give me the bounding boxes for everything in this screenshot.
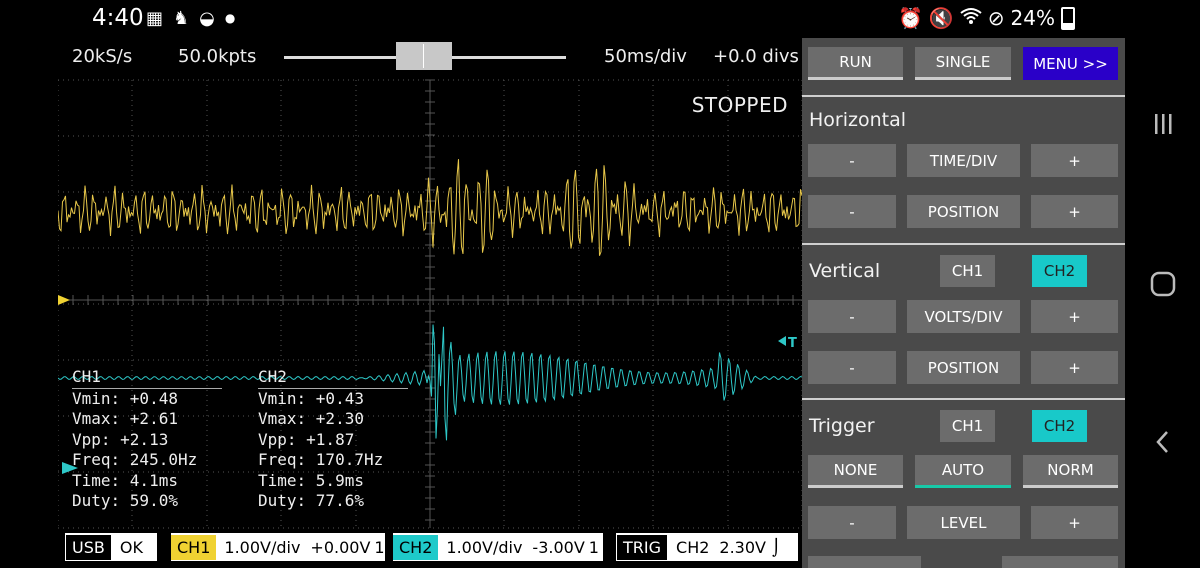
trigger-level-minus-button[interactable]: - <box>808 506 896 539</box>
ch1-vmax: Vmax: +2.61 <box>72 409 178 428</box>
volts-div-minus-button[interactable]: - <box>808 300 896 333</box>
point-count: 50.0kpts <box>178 46 257 67</box>
time-offset: +0.0 divs <box>713 46 799 67</box>
sample-rate: 20kS/s <box>72 46 133 67</box>
single-button[interactable]: SINGLE <box>915 47 1011 80</box>
position-slider-thumb[interactable] <box>396 42 452 70</box>
dot-icon: ● <box>224 11 236 25</box>
ch1-duty: Duty: 59.0% <box>72 491 178 510</box>
ch2-measurements: CH2 Vmin: +0.43 Vmax: +2.30 Vpp: +1.87 F… <box>258 367 408 512</box>
trigger-norm-button[interactable]: NORM <box>1023 455 1118 488</box>
person-icon: ♞ <box>173 8 190 29</box>
trigger-none-button[interactable]: NONE <box>808 455 903 488</box>
ch1-vmin: Vmin: +0.48 <box>72 388 178 408</box>
ch2-time: Time: 5.9ms <box>258 470 364 490</box>
divider <box>802 398 1125 400</box>
gallery-icon: ▦ <box>146 8 164 29</box>
vertical-title: Vertical <box>809 260 881 282</box>
trigger-settings[interactable]: TRIG CH2 2.30V ⌡ <box>616 533 798 561</box>
ch1-volts: 1.00V/div <box>224 537 301 557</box>
ch2-vmax: Vmax: +2.30 <box>258 409 364 428</box>
v-position-plus-button[interactable]: + <box>1031 351 1118 384</box>
back-icon[interactable] <box>1145 424 1181 460</box>
trigger-level-plus-button[interactable]: + <box>1031 506 1118 539</box>
usb-status: USB OK <box>65 533 157 561</box>
volts-div-button[interactable]: VOLTS/DIV <box>907 300 1020 333</box>
ch2-coupling: 1 <box>588 537 599 557</box>
run-button[interactable]: RUN <box>808 47 903 80</box>
ch2-vmin: Vmin: +0.43 <box>258 388 364 408</box>
trig-tag: TRIG <box>616 533 669 561</box>
usb-status-value: OK <box>119 537 143 557</box>
ch1-meas-title: CH1 <box>72 367 222 389</box>
control-panel: RUN SINGLE MENU >> Horizontal - TIME/DIV… <box>802 38 1125 568</box>
h-position-button[interactable]: POSITION <box>907 195 1020 228</box>
ch2-duty: Duty: 77.6% <box>258 491 364 510</box>
volts-div-plus-button[interactable]: + <box>1031 300 1118 333</box>
usb-tag: USB <box>65 533 112 561</box>
ch1-coupling: 1 <box>374 537 385 557</box>
scope-display[interactable]: T 20kS/s 50.0kpts 50ms/div +0.0 divs STO… <box>58 38 802 568</box>
trig-level: 2.30V <box>719 537 766 557</box>
trigger-ch1-button[interactable]: CH1 <box>940 410 995 442</box>
time-div-button[interactable]: TIME/DIV <box>907 144 1020 177</box>
ch2-meas-title: CH2 <box>258 367 408 389</box>
ch1-vpp: Vpp: +2.13 <box>72 429 169 449</box>
acquisition-state: STOPPED <box>691 93 788 117</box>
v-position-minus-button[interactable]: - <box>808 351 896 384</box>
ch2-offset: -3.00V <box>532 537 585 557</box>
trigger-auto-button[interactable]: AUTO <box>915 455 1011 488</box>
ball-icon: ◒ <box>199 8 215 29</box>
ch1-time: Time: 4.1ms <box>72 470 178 490</box>
trigger-title: Trigger <box>809 415 875 437</box>
trigger-ch2-button[interactable]: CH2 <box>1032 410 1087 442</box>
clock: 4:40 <box>92 5 144 31</box>
trig-edge-icon: ⌡ <box>771 537 781 557</box>
trig-source: CH2 <box>676 537 710 557</box>
status-bar: 4:40 ▦ ♞ ◒ ● ⏰ 🔇 ⊘ 24% <box>0 0 1125 38</box>
ch1-freq: Freq: 245.0Hz <box>72 450 198 469</box>
timebase: 50ms/div <box>604 46 687 67</box>
trigger-level-button[interactable]: LEVEL <box>907 506 1020 539</box>
alarm-icon: ⏰ <box>897 6 923 30</box>
time-div-plus-button[interactable]: + <box>1031 144 1118 177</box>
ch1-settings[interactable]: CH1 1.00V/div +0.00V 1 <box>171 533 385 561</box>
ch2-volts: 1.00V/div <box>446 537 523 557</box>
trigger-marker-label: T <box>788 336 797 351</box>
time-div-minus-button[interactable]: - <box>808 144 896 177</box>
recents-icon[interactable] <box>1145 106 1181 142</box>
ch1-measurements: CH1 Vmin: +0.48 Vmax: +2.61 Vpp: +2.13 F… <box>72 367 222 512</box>
home-icon[interactable] <box>1145 266 1181 302</box>
h-position-plus-button[interactable]: + <box>1031 195 1118 228</box>
ch2-freq: Freq: 170.7Hz <box>258 450 384 469</box>
block-icon: ⊘ <box>987 6 1005 30</box>
ch2-tag: CH2 <box>393 534 439 560</box>
system-nav-bar <box>1125 0 1200 568</box>
battery-icon <box>1061 6 1075 30</box>
menu-button[interactable]: MENU >> <box>1023 47 1118 80</box>
divider <box>802 243 1125 245</box>
ch2-settings[interactable]: CH2 1.00V/div -3.00V 1 <box>393 533 603 561</box>
panel-bottom-button-right[interactable] <box>1002 556 1118 568</box>
horizontal-title: Horizontal <box>809 109 907 131</box>
ch1-offset: +0.00V <box>310 537 371 557</box>
battery-percent: 24% <box>1010 6 1055 30</box>
trigger-level-marker <box>778 336 786 346</box>
mute-icon: 🔇 <box>928 6 954 30</box>
divider <box>802 95 1125 97</box>
ch1-tag: CH1 <box>171 534 217 560</box>
wifi-icon <box>960 6 982 30</box>
h-position-minus-button[interactable]: - <box>808 195 896 228</box>
vertical-ch1-button[interactable]: CH1 <box>940 255 995 287</box>
panel-bottom-button-left[interactable] <box>808 556 921 568</box>
vertical-ch2-button[interactable]: CH2 <box>1032 255 1087 287</box>
ch2-vpp: Vpp: +1.87 <box>258 429 355 449</box>
v-position-button[interactable]: POSITION <box>907 351 1020 384</box>
